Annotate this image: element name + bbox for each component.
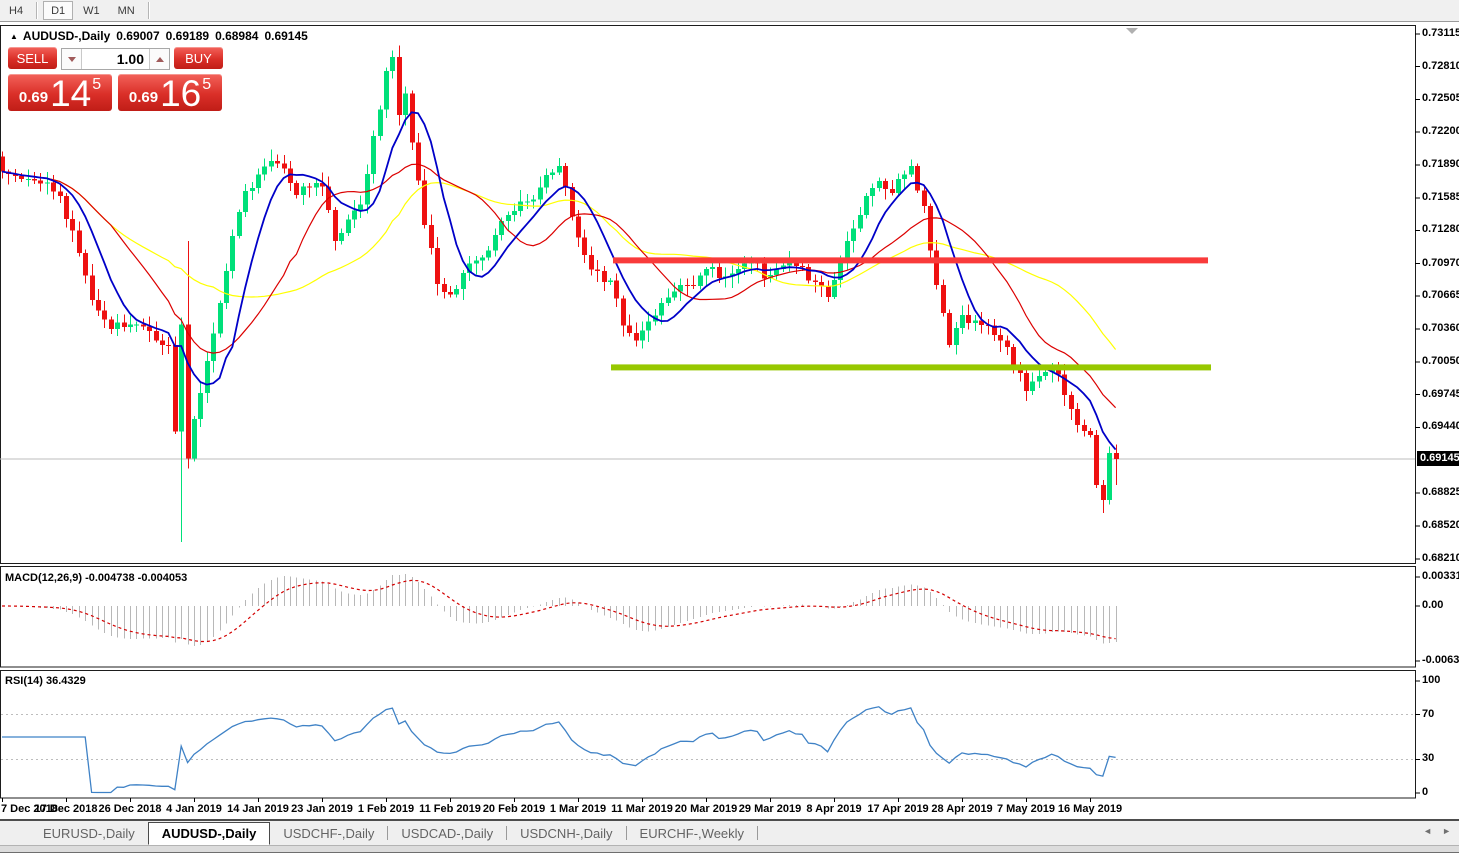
chevron-down-icon (67, 56, 76, 62)
tab-separator (757, 826, 759, 840)
date-axis-label: 16 May 2019 (1057, 803, 1123, 815)
price-axis-tick: 0.73115 (1422, 27, 1459, 39)
subwindow-expand-icon[interactable]: ▲ (10, 32, 18, 41)
current-price-tag: 0.69145 (1417, 450, 1459, 466)
date-axis-label: 17 Apr 2019 (867, 803, 929, 815)
rsi-axis-tick: 30 (1422, 752, 1435, 765)
ohlc-open: 0.69007 (116, 29, 160, 43)
buy-price-big: 16 (160, 73, 202, 114)
buy-price-button[interactable]: 0.69 16 5 (118, 73, 222, 114)
price-axis-tick: 0.68210 (1422, 551, 1459, 564)
volume-increase-button[interactable] (149, 49, 169, 69)
date-axis-label: 17 Dec 2018 (34, 803, 98, 815)
tab-scroll-left-icon[interactable]: ◄ (1423, 826, 1432, 836)
chart-tab-eurusd[interactable]: EURUSD-,Daily (30, 823, 148, 844)
buy-button[interactable]: BUY (174, 47, 223, 69)
price-axis-tick: 0.68520 (1422, 518, 1459, 531)
macd-indicator-label: MACD(12,26,9) -0.004738 -0.004053 (5, 572, 188, 584)
date-axis-label: 11 Mar 2019 (611, 803, 673, 815)
ohlc-low: 0.68984 (215, 29, 259, 43)
resistance-level-line (613, 257, 1208, 264)
price-axis-tick: 0.72505 (1422, 92, 1459, 105)
chart-symbol-label: AUDUSD-,Daily (22, 29, 111, 43)
volume-control: 1.00 (61, 48, 170, 70)
price-axis-tick: 0.71280 (1422, 223, 1459, 236)
volume-input[interactable]: 1.00 (82, 49, 149, 69)
date-axis-label: 14 Jan 2019 (227, 803, 289, 815)
sell-price-big: 14 (50, 73, 92, 114)
date-axis-label: 8 Apr 2019 (806, 803, 862, 815)
date-axis-label: 20 Mar 2019 (674, 803, 738, 815)
price-axis-tick: 0.68825 (1422, 486, 1459, 499)
chart-tab-usdcnh[interactable]: USDCNH-,Daily (507, 823, 625, 844)
price-axis-tick: 0.71585 (1422, 190, 1459, 203)
sell-button[interactable]: SELL (8, 47, 57, 69)
buy-price-prefix: 0.69 (128, 89, 159, 106)
ohlc-close: 0.69145 (264, 29, 308, 43)
rsi-axis-tick: 70 (1422, 707, 1435, 720)
date-axis-label: 20 Feb 2019 (482, 803, 546, 815)
chart-tab-bar: EURUSD-,Daily AUDUSD-,Daily USDCHF-,Daily U… (0, 819, 1459, 845)
price-axis-tick: 0.69745 (1422, 387, 1459, 400)
support-level-line (611, 364, 1211, 371)
chart-tab-usdcad[interactable]: USDCAD-,Daily (388, 823, 506, 844)
ohlc-high: 0.69189 (165, 29, 210, 43)
sell-price-prefix: 0.69 (18, 89, 49, 106)
date-axis-label: 29 Mar 2019 (738, 803, 802, 815)
mt4-window: H4 D1 W1 MN ▲ AUDUSD-,Daily 0.69007 0.69189 0.6… (0, 0, 1459, 853)
date-axis-label: 4 Jan 2019 (166, 803, 222, 815)
date-axis-label: 28 Apr 2019 (931, 803, 993, 815)
rsi-indicator-label: RSI(14) 36.4329 (5, 675, 86, 687)
date-axis-label: 1 Mar 2019 (549, 803, 607, 815)
macd-panel (0, 566, 1416, 668)
date-axis-label: 1 Feb 2019 (357, 803, 415, 815)
sell-price-button[interactable]: 0.69 14 5 (8, 73, 112, 114)
macd-axis-tick: 0.00 (1422, 599, 1444, 611)
price-axis-tick: 0.70050 (1422, 355, 1459, 368)
chart-tab-audusd[interactable]: AUDUSD-,Daily (147, 821, 271, 845)
date-axis-label: 11 Feb 2019 (419, 803, 481, 815)
chart-title: ▲ AUDUSD-,Daily 0.69007 0.69189 0.68984 0.691… (10, 29, 314, 43)
buy-price-sup: 5 (202, 76, 212, 93)
price-axis-tick: 0.70665 (1422, 289, 1459, 302)
price-axis-tick: 0.69440 (1422, 420, 1459, 433)
one-click-trade-panel: SELL 1.00 BUY 0.69 14 5 0.69 16 5 (8, 47, 223, 114)
rsi-axis-tick: 100 (1422, 674, 1441, 686)
price-chart-canvas[interactable] (0, 0, 1459, 853)
macd-axis-tick: -0.006325 (1422, 654, 1459, 667)
sell-price-sup: 5 (92, 76, 102, 93)
date-axis-label: 23 Jan 2019 (291, 803, 353, 815)
chart-tab-usdchf[interactable]: USDCHF-,Daily (270, 823, 387, 844)
volume-decrease-button[interactable] (62, 49, 82, 69)
price-axis-tick: 0.70360 (1422, 321, 1459, 334)
price-axis-tick: 0.72200 (1422, 124, 1459, 137)
macd-axis-tick: 0.003319 (1422, 570, 1459, 583)
rsi-axis-tick: 0 (1422, 786, 1429, 798)
chevron-up-icon (155, 56, 164, 62)
tab-scroll-right-icon[interactable]: ► (1442, 826, 1451, 836)
price-axis-tick: 0.72810 (1422, 59, 1459, 72)
price-axis-tick: 0.70970 (1422, 256, 1459, 269)
date-axis-label: 7 May 2019 (996, 803, 1056, 815)
window-bottom-edge (0, 845, 1459, 853)
date-axis-label: 26 Dec 2018 (98, 803, 162, 815)
price-axis-tick: 0.71890 (1422, 158, 1459, 171)
chart-tab-eurchf[interactable]: EURCHF-,Weekly (627, 823, 758, 844)
